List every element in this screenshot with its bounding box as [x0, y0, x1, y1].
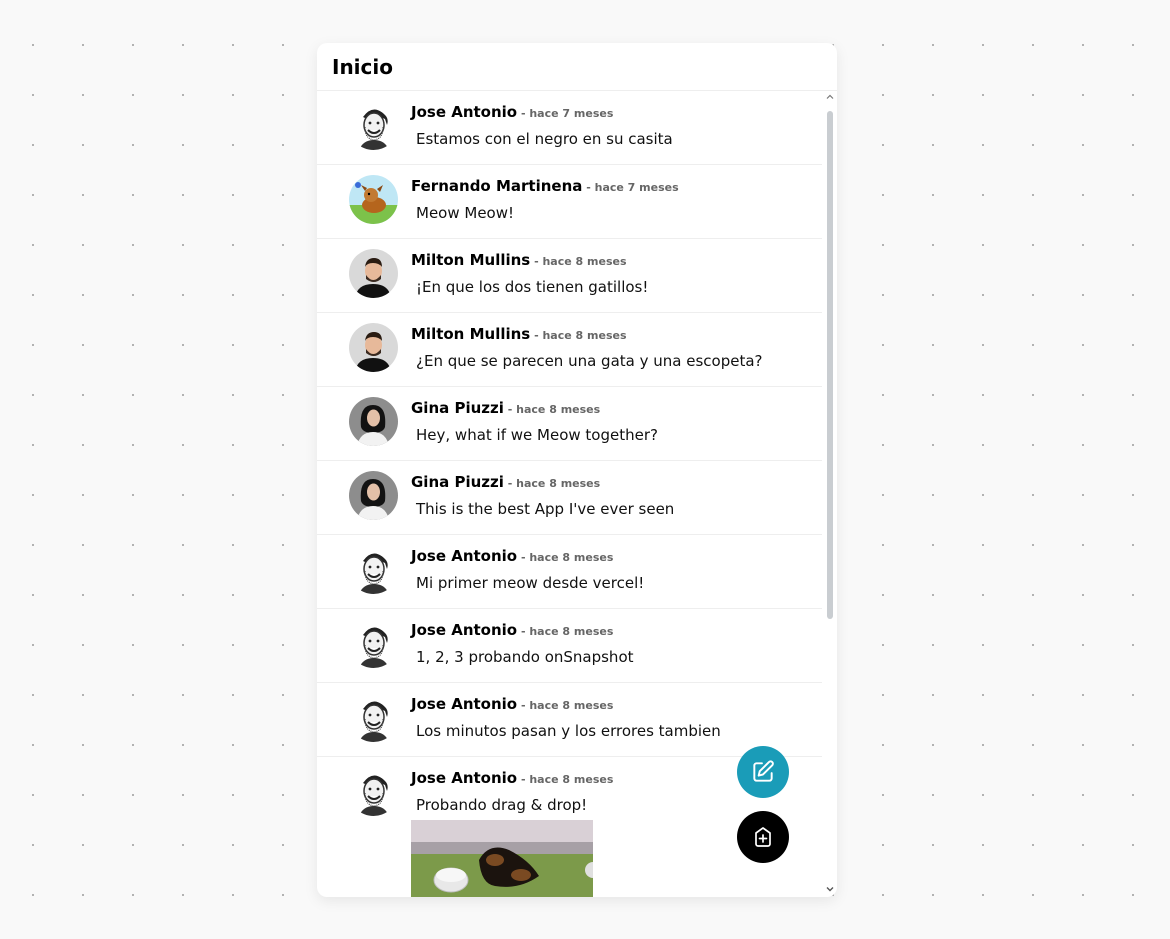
- meta-separator: -: [517, 551, 530, 564]
- post-text: Probando drag & drop!: [416, 796, 588, 814]
- new-post-button[interactable]: [737, 811, 789, 863]
- post-time[interactable]: hace 8 meses: [516, 403, 600, 416]
- post-item[interactable]: Gina Piuzzi - hace 8 meses This is the b…: [317, 461, 822, 535]
- meta-separator: -: [517, 107, 530, 120]
- post-time[interactable]: hace 8 meses: [542, 329, 626, 342]
- post-image[interactable]: [411, 820, 593, 897]
- avatar[interactable]: [349, 545, 398, 594]
- post-author[interactable]: Milton Mullins: [411, 325, 530, 343]
- avatar[interactable]: [349, 175, 398, 224]
- meta-separator: -: [517, 699, 530, 712]
- scroll-down-arrow-icon[interactable]: [826, 885, 834, 893]
- post-author[interactable]: Milton Mullins: [411, 251, 530, 269]
- add-square-icon: [755, 827, 771, 847]
- post-item[interactable]: Gina Piuzzi - hace 8 meses Hey, what if …: [317, 387, 822, 461]
- post-author[interactable]: Jose Antonio: [411, 547, 517, 565]
- meta-separator: -: [530, 329, 543, 342]
- post-author[interactable]: Jose Antonio: [411, 103, 517, 121]
- post-time[interactable]: hace 7 meses: [529, 107, 613, 120]
- post-time[interactable]: hace 8 meses: [542, 255, 626, 268]
- post-item[interactable]: Fernando Martinena - hace 7 meses Meow M…: [317, 165, 822, 239]
- meta-separator: -: [530, 255, 543, 268]
- post-author[interactable]: Jose Antonio: [411, 769, 517, 787]
- avatar[interactable]: [349, 471, 398, 520]
- avatar[interactable]: [349, 619, 398, 668]
- header: Inicio: [317, 43, 837, 91]
- post-time[interactable]: hace 7 meses: [595, 181, 679, 194]
- meta-separator: -: [503, 403, 517, 416]
- meta-separator: -: [582, 181, 595, 194]
- post-item[interactable]: Milton Mullins - hace 8 meses ¿En que se…: [317, 313, 822, 387]
- post-item[interactable]: Jose Antonio - hace 8 meses Los minutos …: [317, 683, 822, 757]
- avatar[interactable]: [349, 323, 398, 372]
- post-author[interactable]: Jose Antonio: [411, 695, 517, 713]
- post-text: This is the best App I've ever seen: [416, 500, 675, 518]
- meta-separator: -: [517, 773, 530, 786]
- post-text: Los minutos pasan y los errores tambien: [416, 722, 721, 740]
- edit-icon: [753, 760, 774, 782]
- compose-button[interactable]: [737, 746, 789, 798]
- post-author[interactable]: Jose Antonio: [411, 621, 517, 639]
- post-text: 1, 2, 3 probando onSnapshot: [416, 648, 634, 666]
- post-text: Mi primer meow desde vercel!: [416, 574, 645, 592]
- post-item[interactable]: Jose Antonio - hace 8 meses Mi primer me…: [317, 535, 822, 609]
- avatar[interactable]: [349, 101, 398, 150]
- page-title: Inicio: [332, 54, 393, 79]
- post-time[interactable]: hace 8 meses: [529, 773, 613, 786]
- scroll-up-arrow-icon[interactable]: [826, 93, 834, 101]
- meta-separator: -: [517, 625, 530, 638]
- meta-separator: -: [503, 477, 517, 490]
- post-time[interactable]: hace 8 meses: [529, 551, 613, 564]
- post-text: Meow Meow!: [416, 204, 515, 222]
- post-item[interactable]: Milton Mullins - hace 8 meses ¡En que lo…: [317, 239, 822, 313]
- avatar[interactable]: [349, 693, 398, 742]
- avatar[interactable]: [349, 397, 398, 446]
- avatar[interactable]: [349, 767, 398, 816]
- post-text: ¿En que se parecen una gata y una escope…: [416, 352, 763, 370]
- post-text: Hey, what if we Meow together?: [416, 426, 658, 444]
- scrollbar[interactable]: [826, 93, 834, 893]
- post-text: Estamos con el negro en su casita: [416, 130, 673, 148]
- scroll-thumb[interactable]: [827, 111, 833, 619]
- post-item[interactable]: Jose Antonio - hace 8 meses 1, 2, 3 prob…: [317, 609, 822, 683]
- feed-panel: Inicio Jose Antonio - hace 7 meses Estam…: [317, 43, 837, 897]
- post-text: ¡En que los dos tienen gatillos!: [416, 278, 649, 296]
- post-item[interactable]: Jose Antonio - hace 7 meses Estamos con …: [317, 91, 822, 165]
- post-author[interactable]: Gina Piuzzi: [411, 473, 504, 491]
- post-author[interactable]: Fernando Martinena: [411, 177, 582, 195]
- post-time[interactable]: hace 8 meses: [516, 477, 600, 490]
- post-author[interactable]: Gina Piuzzi: [411, 399, 504, 417]
- avatar[interactable]: [349, 249, 398, 298]
- post-time[interactable]: hace 8 meses: [529, 625, 613, 638]
- post-time[interactable]: hace 8 meses: [529, 699, 613, 712]
